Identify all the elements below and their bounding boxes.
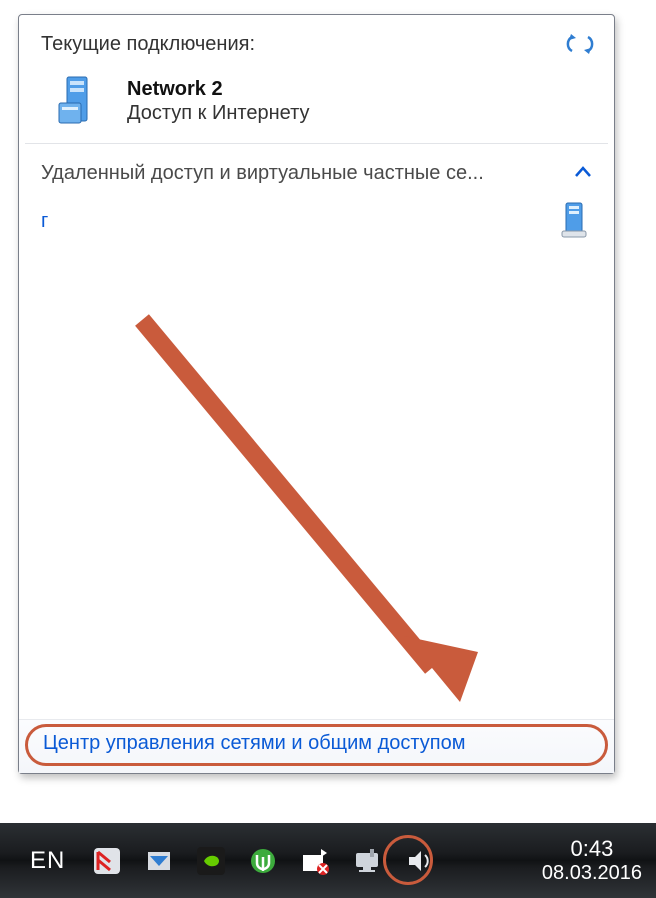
- clock-date: 08.03.2016: [542, 862, 642, 884]
- kaspersky-tray-icon[interactable]: [89, 843, 125, 879]
- drive-tray-icon[interactable]: [141, 843, 177, 879]
- network-name: Network 2: [127, 77, 309, 101]
- taskbar-clock[interactable]: 0:43 08.03.2016: [542, 837, 642, 883]
- network-flyout: Текущие подключения: Network 2 Доступ к …: [18, 14, 615, 774]
- modem-icon: [560, 201, 592, 241]
- network-text: Network 2 Доступ к Интернету: [127, 77, 309, 125]
- nvidia-tray-icon[interactable]: [193, 843, 229, 879]
- vpn-item-label: г: [41, 210, 48, 233]
- network-server-icon: [53, 73, 109, 129]
- network-tray-icon[interactable]: [349, 843, 385, 879]
- vpn-section-header[interactable]: Удаленный доступ и виртуальные частные с…: [19, 144, 614, 187]
- taskbar: EN 0:43 08.03.2016: [0, 823, 656, 898]
- network-center-link[interactable]: Центр управления сетями и общим доступом: [43, 732, 466, 755]
- current-network-item[interactable]: Network 2 Доступ к Интернету: [19, 67, 614, 143]
- language-indicator[interactable]: EN: [30, 847, 77, 875]
- refresh-icon[interactable]: [564, 31, 596, 57]
- vpn-item[interactable]: г: [19, 187, 614, 241]
- system-tray: [89, 843, 437, 879]
- chevron-up-icon[interactable]: [566, 162, 596, 185]
- flyout-body: [19, 241, 614, 719]
- flyout-header: Текущие подключения:: [19, 15, 614, 67]
- clock-time: 0:43: [542, 837, 642, 861]
- flyout-title: Текущие подключения:: [41, 33, 255, 56]
- network-status: Доступ к Интернету: [127, 101, 309, 125]
- footer-area: Центр управления сетями и общим доступом: [19, 719, 614, 773]
- vpn-section-label: Удаленный доступ и виртуальные частные с…: [41, 162, 566, 185]
- action-center-tray-icon[interactable]: [297, 843, 333, 879]
- volume-tray-icon[interactable]: [401, 843, 437, 879]
- utorrent-tray-icon[interactable]: [245, 843, 281, 879]
